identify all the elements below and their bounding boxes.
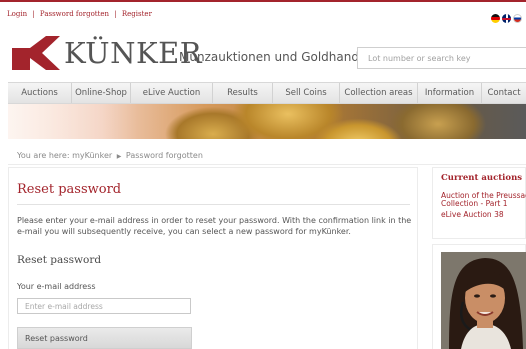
nav-item-contact[interactable]: Contact xyxy=(482,83,526,103)
title-divider xyxy=(17,204,410,205)
nav-item-online-shop[interactable]: Online-Shop xyxy=(72,83,131,103)
top-bar: Login | Password forgotten | Register xyxy=(0,0,526,24)
brand-tagline: Münzauktionen und Goldhandel xyxy=(179,50,370,64)
support-agent-photo[interactable] xyxy=(441,252,526,349)
current-auctions-title: Current auctions xyxy=(441,173,523,183)
password-forgotten-link[interactable]: Password forgotten xyxy=(40,10,109,18)
nav-item-results[interactable]: Results xyxy=(213,83,273,103)
uk-flag-icon[interactable] xyxy=(502,14,511,23)
nav-item-elive-auction[interactable]: eLive Auction xyxy=(131,83,213,103)
intro-text: Please enter your e-mail address in orde… xyxy=(17,216,412,236)
account-links: Login | Password forgotten | Register xyxy=(7,10,152,18)
language-selector xyxy=(491,14,522,23)
breadcrumb-arrow-icon: ▶ xyxy=(116,153,122,160)
page-title: Reset password xyxy=(17,182,122,197)
nav-item-auctions[interactable]: Auctions xyxy=(8,83,72,103)
register-link[interactable]: Register xyxy=(122,10,152,18)
email-field[interactable] xyxy=(17,298,191,314)
breadcrumb-current: Password forgotten xyxy=(125,151,203,160)
form-title: Reset password xyxy=(17,254,102,266)
email-label: Your e-mail address xyxy=(17,282,96,291)
auction-link-elive-38[interactable]: eLive Auction 38 xyxy=(441,211,526,219)
login-link[interactable]: Login xyxy=(7,10,27,18)
breadcrumb-parent[interactable]: myKünker xyxy=(72,151,112,160)
auction-link-preussag[interactable]: Auction of the Preussag Collection - Par… xyxy=(441,192,526,208)
link-separator: | xyxy=(32,10,35,18)
search-input[interactable] xyxy=(357,47,526,69)
nav-item-sell-coins[interactable]: Sell Coins xyxy=(273,83,340,103)
breadcrumb: You are here: myKünker ▶ Password forgot… xyxy=(17,151,203,160)
support-agent-icon xyxy=(441,252,526,349)
main-navigation: Auctions Online-Shop eLive Auction Resul… xyxy=(8,82,526,104)
content-divider xyxy=(8,164,526,165)
nav-item-collection-areas[interactable]: Collection areas xyxy=(340,83,418,103)
gold-coins-banner xyxy=(8,104,526,139)
nav-item-information[interactable]: Information xyxy=(418,83,482,103)
kuenker-logo-icon[interactable] xyxy=(12,36,60,70)
link-separator: | xyxy=(114,10,117,18)
german-flag-icon[interactable] xyxy=(491,14,500,23)
breadcrumb-prefix: You are here: xyxy=(17,151,70,160)
russian-flag-icon[interactable] xyxy=(513,14,522,23)
reset-password-button[interactable]: Reset password xyxy=(17,327,192,349)
